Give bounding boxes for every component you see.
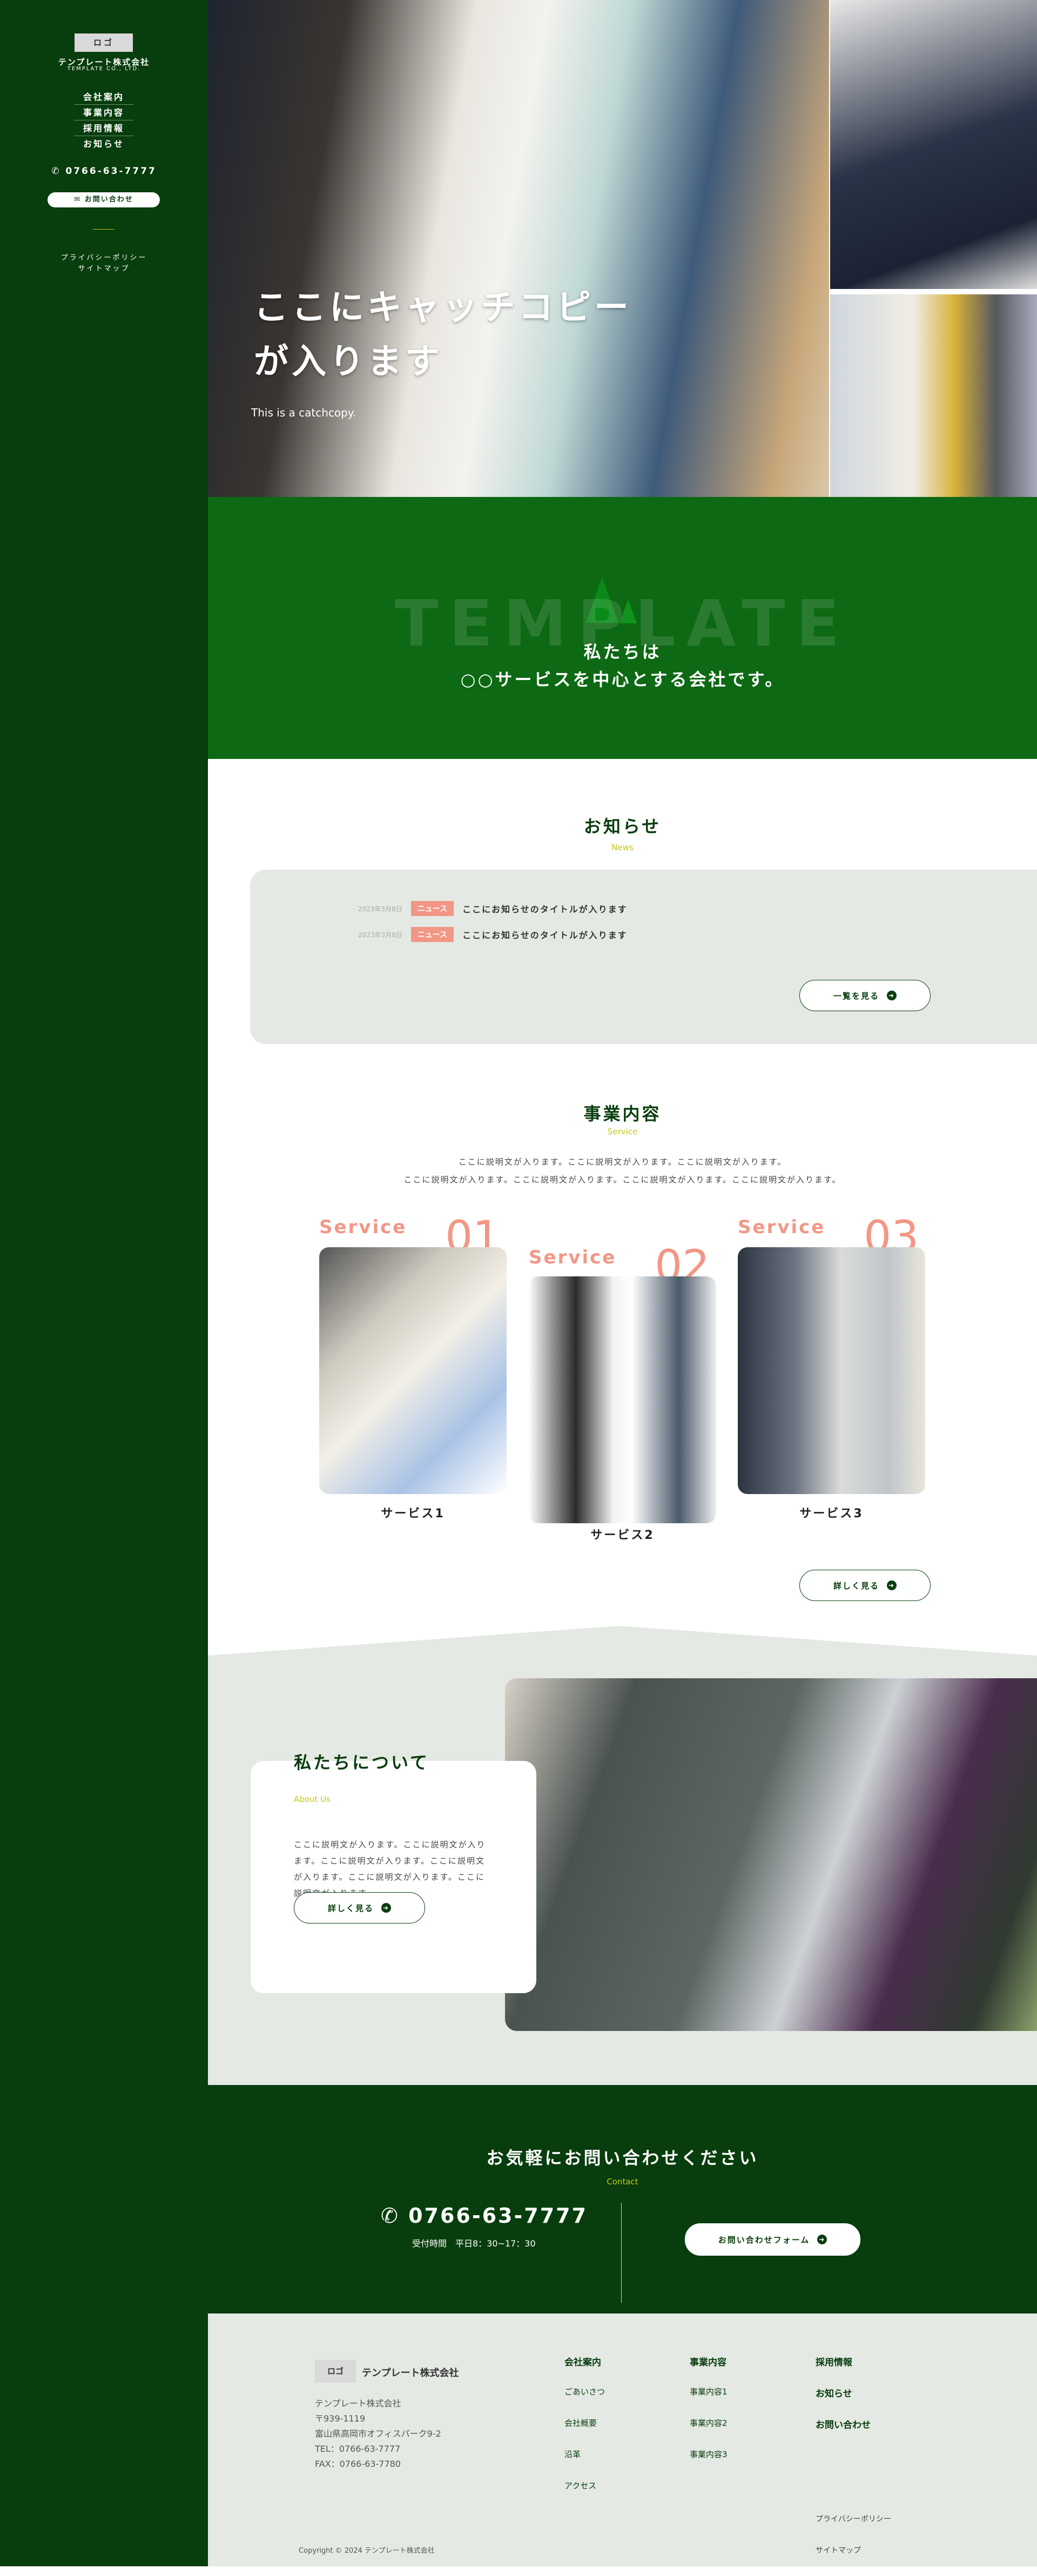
footer-link[interactable]: 会社案内 [564, 2355, 605, 2386]
sidebar-links: プライバシーポリシー サイトマップ [0, 253, 208, 274]
news-list: 2023年3月8日 ニュース ここにお知らせのタイトルが入ります 2023年3月… [250, 870, 1037, 1044]
phone-icon: ✆ [381, 2204, 409, 2228]
hero-image [208, 0, 829, 497]
about-card: 私たちについて About Us ここに説明文が入ります。ここに説明文が入ります… [251, 1752, 536, 1993]
about-title: 私たちについて [294, 1752, 430, 1773]
contact-phone[interactable]: ✆ 0766-63-7777 [381, 2204, 588, 2228]
contact-title: お気軽にお問い合わせください [486, 2148, 759, 2168]
contact-section: お気軽にお問い合わせください Contact ✆ 0766-63-7777 受付… [208, 2085, 1037, 2313]
sidebar-nav: 会社案内 事業内容 採用情報 お知らせ [74, 89, 133, 152]
news-tag: ニュース [410, 927, 454, 942]
footer-legal-links: プライバシーポリシー サイトマップ [816, 2513, 891, 2576]
privacy-link[interactable]: プライバシーポリシー [816, 2513, 891, 2545]
footer-link[interactable]: ごあいさつ [564, 2386, 605, 2417]
news-more-button[interactable]: 一覧を見る ➜ [799, 980, 931, 1011]
footer-logo[interactable]: ロゴ [315, 2360, 356, 2383]
about-subtitle: About Us [294, 1794, 331, 1804]
services-desc: ここに説明文が入ります。ここに説明文が入ります。ここに説明文が入ります。ここに説… [403, 1175, 841, 1185]
service-image [529, 1276, 716, 1523]
sitemap-link[interactable]: サイトマップ [0, 264, 208, 274]
services-title: 事業内容 [583, 1104, 662, 1124]
arrow-right-icon: ➜ [381, 1903, 391, 1913]
footer-link[interactable]: 事業内容3 [690, 2449, 728, 2480]
nav-recruit[interactable]: 採用情報 [74, 120, 133, 136]
services-desc: ここに説明文が入ります。ここに説明文が入ります。ここに説明文が入ります。 [458, 1157, 787, 1167]
service-card-1[interactable]: Service 01 サービス1 [319, 1215, 507, 1539]
divider [93, 229, 115, 230]
news-title: お知らせ [583, 816, 662, 837]
mail-icon: ✉ [74, 196, 85, 204]
news-item[interactable]: 2023年3月8日 ニュース ここにお知らせのタイトルが入ります [358, 927, 628, 942]
intro-line1: 私たちは [583, 642, 662, 662]
footer-col-services: 事業内容 事業内容1 事業内容2 事業内容3 [690, 2355, 728, 2480]
footer-company-name: テンプレート株式会社 [362, 2368, 459, 2379]
footer-link[interactable]: お問い合わせ [816, 2417, 871, 2449]
footer-link[interactable]: 事業内容1 [690, 2386, 728, 2417]
services-subtitle: Service [607, 1127, 638, 1136]
footer-link[interactable]: 事業内容 [690, 2355, 728, 2386]
footer-link[interactable]: 会社概要 [564, 2417, 605, 2449]
about-image [505, 1678, 1037, 2031]
footer-link[interactable]: 採用情報 [816, 2355, 871, 2386]
divider [621, 2203, 622, 2303]
footer-link[interactable]: アクセス [564, 2480, 605, 2511]
hero-catchcopy: ここにキャッチコピー が入ります [254, 288, 632, 382]
nav-company[interactable]: 会社案内 [74, 89, 133, 105]
arrow-right-icon: ➜ [887, 991, 897, 1000]
about-more-button[interactable]: 詳しく見る ➜ [294, 1892, 425, 1923]
logo[interactable]: ロゴ [75, 33, 133, 52]
privacy-link[interactable]: プライバシーポリシー [0, 253, 208, 264]
service-image [319, 1247, 507, 1494]
about-text: ここに説明文が入ります。ここに説明文が入ります。ここに説明文が入ります。ここに説… [294, 1840, 486, 1898]
hero-catchcopy-en: This is a catchcopy. [251, 406, 356, 419]
news-subtitle: News [611, 843, 634, 852]
news-tag: ニュース [410, 901, 454, 916]
sidebar: ロゴ テンプレート株式会社 TEMPLATE CO., LTD. 会社案内 事業… [0, 0, 208, 2566]
footer-link[interactable]: 事業内容2 [690, 2417, 728, 2449]
footer-col-other: 採用情報 お知らせ お問い合わせ [816, 2355, 871, 2449]
footer: ロゴ テンプレート株式会社 テンプレート株式会社 〒939-1119 富山県高岡… [208, 2313, 1037, 2566]
copyright: Copyright © 2024 テンプレート株式会社 [299, 2547, 435, 2555]
hero-side-image-bottom [830, 294, 1037, 497]
footer-col-company: 会社案内 ごあいさつ 会社概要 沿革 アクセス [564, 2355, 605, 2511]
service-image [738, 1247, 925, 1494]
phone-icon: ✆ [51, 166, 66, 177]
contact-subtitle: Contact [607, 2177, 638, 2187]
hero-side-image-top [830, 0, 1037, 289]
sidebar-phone[interactable]: ✆ 0766-63-7777 [0, 166, 208, 177]
arrow-right-icon: ➜ [887, 1580, 897, 1590]
arrow-right-icon: ➜ [817, 2235, 827, 2244]
contact-hours: 受付時間 平日8：30~17：30 [412, 2238, 536, 2249]
sidebar-contact-button[interactable]: ✉ お問い合わせ [48, 192, 160, 207]
news-item[interactable]: 2023年3月8日 ニュース ここにお知らせのタイトルが入ります [358, 901, 628, 916]
nav-services[interactable]: 事業内容 [74, 105, 133, 120]
sitemap-link[interactable]: サイトマップ [816, 2545, 891, 2576]
services-more-button[interactable]: 詳しく見る ➜ [799, 1570, 931, 1601]
footer-link[interactable]: 沿革 [564, 2449, 605, 2480]
service-card-3[interactable]: Service 03 サービス3 [738, 1215, 925, 1539]
intro-section: TEMPLATE 私たちは ○○サービスを中心とする会社です。 [208, 497, 1037, 759]
footer-link[interactable]: お知らせ [816, 2386, 871, 2417]
contact-form-button[interactable]: お問い合わせフォーム ➜ [685, 2223, 860, 2256]
company-name-en: TEMPLATE CO., LTD. [67, 66, 141, 72]
intro-line2: ○○サービスを中心とする会社です。 [460, 669, 785, 690]
footer-address: テンプレート株式会社 〒939-1119 富山県高岡市オフィスパーク9-2 TE… [315, 2398, 441, 2469]
service-card-2[interactable]: Service 02 サービス2 [529, 1242, 716, 1566]
nav-news[interactable]: お知らせ [74, 136, 133, 152]
